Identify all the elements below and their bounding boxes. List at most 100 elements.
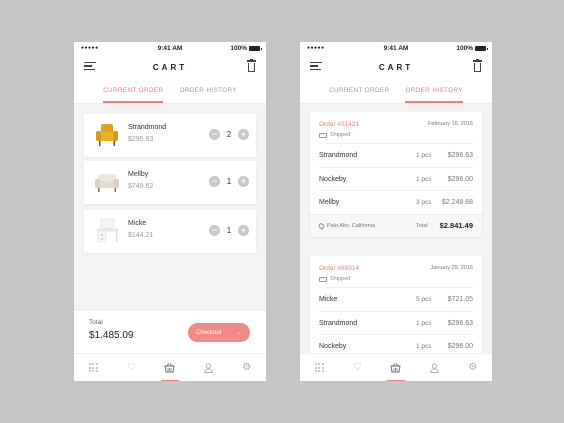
battery-percent: 100%	[456, 45, 473, 52]
order-item-name: Strandmond	[319, 319, 358, 327]
desk-white-image	[96, 218, 119, 243]
order-date: February 16, 2016	[428, 121, 473, 127]
tab-current-order[interactable]: CURRENT ORDER	[103, 87, 164, 103]
quantity-stepper: − 2 +	[209, 129, 249, 140]
trash-icon[interactable]	[473, 58, 482, 72]
cart-screen: ●●●●● 9:41 AM 100% CART CURRENT ORDER OR…	[74, 42, 266, 381]
settings-icon[interactable]: ⚙	[464, 354, 482, 382]
order-item-name: Mellby	[319, 199, 340, 206]
order-item-price: $296.00	[447, 175, 473, 183]
item-price: $749.62	[128, 183, 154, 190]
trash-icon[interactable]	[247, 58, 256, 72]
heart-icon[interactable]: ♡	[349, 354, 367, 382]
order-item-price: $2.248.68	[441, 199, 473, 206]
grid-icon[interactable]	[84, 354, 102, 382]
bottom-nav: ♡ ⚙	[74, 353, 266, 381]
decrease-button[interactable]: −	[209, 129, 220, 140]
order-item-row: Strandmond 1 pcs $296.63	[319, 143, 473, 167]
increase-button[interactable]: +	[238, 129, 249, 140]
order-date: January 29, 2016	[430, 265, 473, 271]
checkout-label: Checkout	[196, 329, 222, 336]
armchair-white-image	[95, 174, 119, 192]
total-label: Total	[89, 319, 103, 326]
battery-icon	[475, 46, 488, 51]
tab-bar: CURRENT ORDER ORDER HISTORY	[74, 87, 266, 103]
user-icon[interactable]	[199, 354, 217, 382]
tab-order-history[interactable]: ORDER HISTORY	[179, 87, 236, 103]
order-item-qty: 1 pcs	[416, 175, 432, 183]
item-name: Mellby	[128, 171, 149, 178]
quantity-stepper: − 1 +	[209, 225, 249, 236]
status-bar: ●●●●● 9:41 AM 100%	[74, 42, 266, 54]
order-status: Shipped	[330, 132, 351, 138]
page-title: CART	[378, 63, 414, 72]
quantity-value: 2	[226, 130, 232, 139]
item-name: Micke	[128, 220, 147, 227]
tab-order-history[interactable]: ORDER HISTORY	[405, 87, 463, 103]
tab-current-order[interactable]: CURRENT ORDER	[329, 87, 389, 103]
user-icon[interactable]	[425, 354, 443, 382]
item-price: $295.63	[128, 136, 154, 143]
order-item-qty: 5 pcs	[416, 296, 432, 303]
order-item-row: Mellby 3 pcs $2.248.68	[319, 190, 473, 214]
truck-icon	[319, 132, 327, 138]
increase-button[interactable]: +	[238, 225, 249, 236]
header: CART CURRENT ORDER ORDER HISTORY	[74, 54, 266, 104]
page-title: CART	[152, 63, 188, 72]
truck-icon	[319, 276, 327, 282]
order-card[interactable]: Order #21421 February 16, 2016 Shipped S…	[310, 112, 482, 237]
order-item-qty: 3 pcs	[416, 199, 432, 206]
order-total-value: $2.841.49	[439, 220, 473, 230]
checkout-button[interactable]: Checkout →	[188, 323, 250, 342]
item-name: Strandmond	[128, 124, 167, 131]
order-item-name: Strandmond	[319, 152, 358, 159]
order-item-price: $296.63	[447, 319, 473, 327]
status-bar: ●●●●● 9:41 AM 100%	[300, 42, 492, 54]
quantity-stepper: − 1 +	[209, 176, 249, 187]
total-value: $1.485.09	[89, 330, 134, 341]
cart-item[interactable]: Mellby $749.62 − 1 +	[84, 161, 256, 204]
order-number: Order #69314	[319, 265, 360, 272]
order-item-name: Nockeby	[319, 175, 347, 183]
order-status: Shipped	[330, 276, 351, 282]
order-history-screen: ●●●●● 9:41 AM 100% CART CURRENT ORDER OR…	[300, 42, 492, 381]
order-item-qty: 1 pcs	[416, 152, 432, 159]
arrow-right-icon: →	[236, 329, 242, 336]
basket-icon[interactable]	[386, 354, 405, 381]
quantity-value: 1	[226, 177, 232, 186]
tab-bar: CURRENT ORDER ORDER HISTORY	[300, 87, 492, 103]
increase-button[interactable]: +	[238, 176, 249, 187]
grid-icon[interactable]	[310, 354, 328, 382]
location-pin-icon	[317, 221, 326, 230]
order-item-price: $296.00	[447, 343, 473, 350]
order-item-qty: 1 pcs	[416, 319, 432, 327]
header: CART CURRENT ORDER ORDER HISTORY	[300, 54, 492, 104]
decrease-button[interactable]: −	[209, 225, 220, 236]
armchair-yellow-image	[96, 124, 118, 146]
order-item-price: $296.63	[447, 152, 473, 159]
order-number: Order #21421	[319, 121, 360, 128]
order-item-row: Micke 5 pcs $721.05	[319, 287, 473, 311]
order-item-row: Strandmond 1 pcs $296.63	[319, 310, 473, 335]
order-location: Palo Alto, California	[327, 222, 375, 229]
order-footer: Palo Alto, California Total $2.841.49	[310, 213, 482, 237]
order-item-name: Nockeby	[319, 343, 347, 350]
order-card[interactable]: Order #69314 January 29, 2016 Shipped Mi…	[310, 256, 482, 358]
decrease-button[interactable]: −	[209, 176, 220, 187]
heart-icon[interactable]: ♡	[123, 354, 141, 382]
battery-icon	[249, 46, 262, 51]
order-item-qty: 1 pcs	[416, 343, 432, 350]
cart-item[interactable]: Micke $144.21 − 1 +	[84, 210, 256, 253]
total-bar: Total $1.485.09 Checkout →	[74, 310, 266, 353]
order-total-label: Total	[416, 222, 428, 229]
order-item-price: $721.05	[447, 296, 473, 303]
cart-item[interactable]: Strandmond $295.63 − 2 +	[84, 114, 256, 157]
basket-icon[interactable]	[160, 354, 179, 381]
order-item-row: Nockeby 1 pcs $296.00	[319, 166, 473, 191]
settings-icon[interactable]: ⚙	[238, 354, 256, 382]
battery-percent: 100%	[230, 45, 247, 52]
order-item-name: Micke	[319, 296, 338, 303]
quantity-value: 1	[226, 226, 232, 235]
item-price: $144.21	[128, 232, 154, 239]
bottom-nav: ♡ ⚙	[300, 353, 492, 381]
